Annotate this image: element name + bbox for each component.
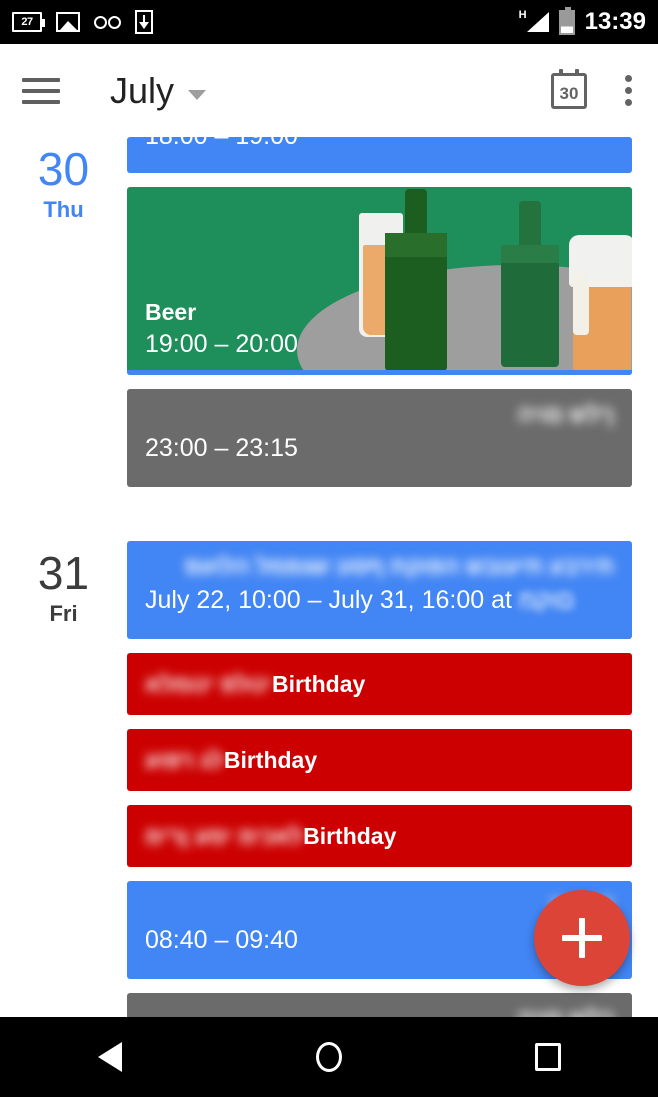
event-time: 18:00 – 19:00	[127, 137, 632, 153]
agenda-list[interactable]: 30 Thu 18:00 – 19:00	[0, 137, 658, 1017]
calendar-badge-icon: 27	[12, 12, 45, 32]
event-time-range: July 22, 10:00 – July 31, 16:00 at	[145, 586, 512, 614]
app-toolbar: July 30	[0, 44, 658, 137]
event-location-redacted: םוקמ	[518, 586, 575, 614]
birthday-label: Birthday	[223, 746, 318, 773]
plus-icon-vertical	[579, 918, 585, 958]
day-gutter-31: 31 Fri	[0, 541, 127, 629]
page-title[interactable]: July	[110, 70, 174, 112]
day-of-week: Fri	[49, 601, 78, 626]
day-spacer	[0, 501, 658, 541]
event-card-beer[interactable]: Beer 19:00 – 20:00	[127, 187, 632, 375]
status-bar-left-icons: 27	[12, 10, 153, 34]
event-title-redacted: ךלש םויה	[127, 993, 632, 1017]
add-event-fab[interactable]	[534, 890, 630, 986]
day-of-week: Thu	[43, 197, 84, 222]
signal-icon: H	[518, 9, 549, 34]
event-accent-strip	[127, 370, 632, 375]
event-title: Beer	[145, 299, 197, 325]
android-nav-bar	[0, 1017, 658, 1097]
event-title-redacted: ךלש םויה	[517, 401, 614, 427]
status-bar-right-icons: H 13:39	[518, 6, 646, 36]
download-icon	[135, 10, 153, 34]
birthday-name-redacted: לאכימ ימע ןרימ	[145, 822, 304, 849]
event-card-birthday-2[interactable]: לג רפוע Birthday	[127, 729, 632, 791]
recents-nav-icon[interactable]	[503, 1017, 593, 1097]
birthday-label: Birthday	[271, 670, 366, 697]
back-nav-icon[interactable]	[65, 1017, 155, 1097]
network-type-label: H	[518, 9, 527, 21]
event-card-1800[interactable]: 18:00 – 19:00	[127, 137, 632, 173]
phone-screen: 27 H 13:39 July 30 30 Thu Beer 19:00 – 2…	[0, 0, 658, 1097]
event-card-gray-2300-next[interactable]: ךלש םויה 23:00 – 23:15	[127, 993, 632, 1017]
birthday-name-redacted: ינולפ ינומלא	[145, 670, 272, 697]
status-bar-clock: 13:39	[584, 8, 646, 35]
overflow-menu-icon[interactable]	[621, 71, 636, 110]
toolbar-actions: 30	[551, 68, 636, 110]
birthday-name-redacted: לג רפוע	[145, 746, 224, 773]
event-card-multiday[interactable]: תירבע תיעובש הפוקת ףסונ שגפמל הלועפ July…	[127, 541, 632, 639]
event-title-redacted: תירבע תיעובש הפוקת ףסונ שגפמל הלועפ	[184, 553, 614, 579]
event-time: July 22, 10:00 – July 31, 16:00 at םוקמ	[127, 581, 632, 617]
day-30-events: 18:00 – 19:00	[127, 137, 632, 487]
home-nav-icon[interactable]	[284, 1017, 374, 1097]
event-card-birthday-3[interactable]: לאכימ ימע ןרימ Birthday	[127, 805, 632, 867]
day-number: 31	[37, 547, 90, 599]
go-to-today-icon[interactable]: 30	[551, 68, 587, 109]
event-card-gray-2300[interactable]: ךלש םויה 23:00 – 23:15	[127, 389, 632, 487]
event-time: 19:00 – 20:00	[145, 330, 298, 358]
signal-bars	[526, 12, 549, 32]
dropdown-caret-icon[interactable]	[188, 89, 207, 100]
hamburger-menu-icon[interactable]	[22, 73, 66, 109]
go-to-today-daynum: 30	[559, 83, 579, 103]
status-bar: 27 H 13:39	[0, 0, 658, 44]
voicemail-icon	[94, 15, 121, 29]
event-card-birthday-1[interactable]: ינולפ ינומלא Birthday	[127, 653, 632, 715]
photo-icon	[56, 12, 80, 32]
day-gutter-30: 30 Thu	[0, 137, 127, 225]
event-time: 23:00 – 23:15	[145, 434, 298, 462]
event-text-block: Beer 19:00 – 20:00	[145, 297, 298, 361]
day-number: 30	[37, 143, 90, 195]
battery-icon	[558, 6, 575, 35]
calendar-badge-label: 27	[21, 16, 33, 28]
birthday-label: Birthday	[303, 822, 397, 849]
agenda-day-30: 30 Thu 18:00 – 19:00	[0, 137, 658, 541]
